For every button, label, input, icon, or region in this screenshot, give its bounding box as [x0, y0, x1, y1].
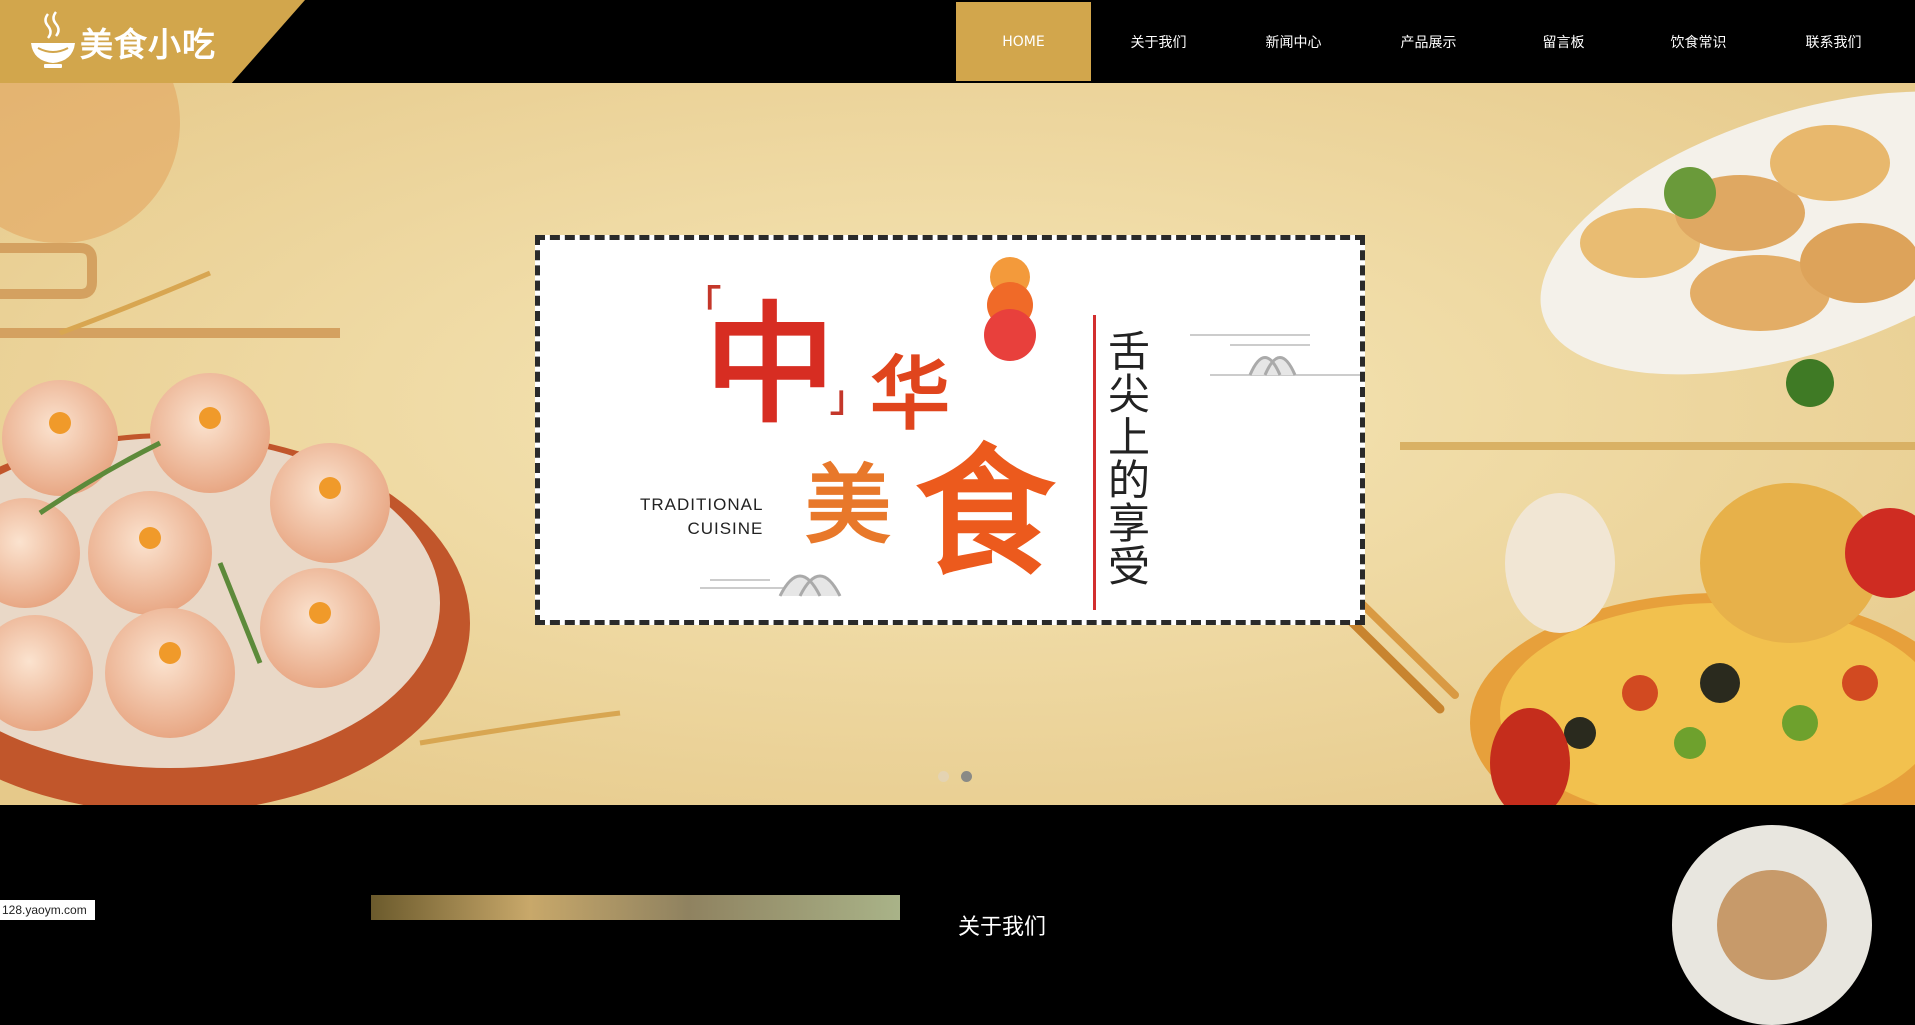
banner-title-card: 「 中 」 华 美 食 TRADITIONAL CUISINE 舌尖上的享受: [535, 235, 1365, 625]
english-line-2: CUISINE: [687, 519, 764, 538]
top-navigation-bar: 美食小吃 HOME 关于我们 新闻中心 产品展示 留言板 饮食常识 联系我们: [0, 0, 1915, 83]
headline-char-3: 美: [805, 455, 891, 556]
nav-item-guestbook[interactable]: 留言板: [1496, 0, 1631, 83]
cloud-mountain-icon: [1190, 334, 1360, 376]
about-section: 关于我们: [0, 805, 1915, 1025]
noodle-bowl-icon: [31, 11, 75, 68]
carousel-indicators: [938, 771, 972, 782]
vertical-red-line: [1093, 315, 1096, 610]
nav-item-about[interactable]: 关于我们: [1091, 0, 1226, 83]
nav-item-news[interactable]: 新闻中心: [1226, 0, 1361, 83]
nav-item-products[interactable]: 产品展示: [1361, 0, 1496, 83]
traditional-cuisine-text: TRADITIONAL CUISINE: [640, 493, 763, 541]
main-nav: HOME 关于我们 新闻中心 产品展示 留言板 饮食常识 联系我们: [956, 0, 1901, 83]
headline-char-4: 食: [915, 431, 1056, 595]
carousel-dot-1[interactable]: [938, 771, 949, 782]
nav-item-home[interactable]: HOME: [956, 2, 1091, 81]
cloud-mountain-icon: [700, 574, 842, 597]
nav-item-diet-tips[interactable]: 饮食常识: [1631, 0, 1766, 83]
about-heading: 关于我们: [958, 915, 1047, 940]
site-logo[interactable]: 美食小吃: [0, 0, 305, 83]
watermark-url: 128.yaoym.com: [0, 900, 95, 920]
sun-circles-icon: [984, 257, 1036, 361]
english-line-1: TRADITIONAL: [640, 495, 764, 514]
brand-name: 美食小吃: [80, 25, 216, 64]
headline-char-1: 中: [705, 288, 836, 441]
headline-bracket-close: 」: [830, 378, 867, 420]
banner-carousel[interactable]: 「 中 」 华 美 食 TRADITIONAL CUISINE 舌尖上的享受: [0, 83, 1915, 805]
carousel-dot-2[interactable]: [961, 771, 972, 782]
about-photo: [371, 895, 900, 920]
nav-item-contact[interactable]: 联系我们: [1766, 0, 1901, 83]
coffee-cup-image: [1672, 825, 1872, 1025]
vertical-slogan: 舌尖上的享受: [1108, 327, 1151, 591]
